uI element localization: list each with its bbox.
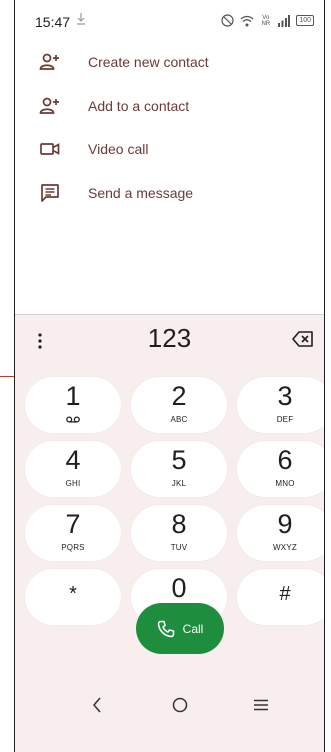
dial-key-1[interactable]: 1 [25, 377, 121, 433]
dial-key-9[interactable]: 9 WXYZ [237, 505, 324, 561]
dial-key-letters: GHI [65, 479, 81, 488]
dial-key-letters: WXYZ [273, 543, 297, 552]
number-display[interactable]: 123 [15, 323, 324, 354]
dial-key-digit: 9 [277, 509, 293, 539]
add-to-contact-action[interactable]: Add to a contact [15, 84, 324, 128]
call-button[interactable]: Call [136, 603, 224, 654]
add-person-icon [39, 97, 59, 114]
dial-key-hash[interactable]: # [237, 569, 324, 625]
dial-key-digit: 6 [277, 445, 293, 475]
dial-key-letters: PQRS [61, 543, 85, 552]
video-call-action[interactable]: Video call [15, 127, 324, 171]
status-bar: 15:47 Vo NR 100 [15, 0, 324, 44]
dial-key-3[interactable]: 3 DEF [237, 377, 324, 433]
message-icon [41, 184, 59, 202]
dial-key-letters: DEF [276, 415, 294, 424]
send-message-label: Send a message [88, 184, 194, 201]
dial-key-letters: ABC [170, 415, 188, 424]
add-person-icon [39, 53, 59, 70]
dial-key-digit: 1 [65, 381, 81, 411]
home-icon[interactable] [171, 696, 189, 714]
dial-key-digit: 3 [277, 381, 293, 411]
dial-key-2[interactable]: 2 ABC [131, 377, 227, 433]
volte-icon: Vo NR [261, 14, 271, 27]
download-icon [77, 13, 85, 25]
dial-key-digit: 7 [65, 509, 81, 539]
backspace-icon[interactable] [292, 331, 314, 347]
dial-key-letters: JKL [171, 479, 187, 488]
contact-actions: Create new contact Add to a contact Vide… [15, 40, 324, 215]
call-button-label: Call [182, 621, 204, 636]
create-new-contact-label: Create new contact [88, 53, 209, 70]
dial-key-star[interactable]: * [25, 569, 121, 625]
dial-key-digit: * [69, 583, 77, 605]
dial-key-5[interactable]: 5 JKL [131, 441, 227, 497]
back-icon[interactable] [91, 696, 103, 714]
dial-key-7[interactable]: 7 PQRS [25, 505, 121, 561]
navigation-bar [15, 688, 324, 728]
annotation-pointer-line [0, 376, 15, 377]
dialpad-header: 123 [15, 315, 324, 367]
phone-icon [157, 620, 174, 637]
phone-screen: 15:47 Vo NR 100 Create new contact Add t… [14, 0, 325, 752]
status-icons: Vo NR 100 [221, 14, 314, 27]
signal-icon [278, 14, 291, 27]
dial-key-6[interactable]: 6 MNO [237, 441, 324, 497]
voicemail-icon [66, 416, 80, 423]
video-camera-icon [40, 143, 60, 156]
dial-key-digit: 4 [65, 445, 81, 475]
send-message-action[interactable]: Send a message [15, 171, 324, 215]
add-to-contact-label: Add to a contact [88, 97, 190, 114]
wifi-icon [240, 15, 254, 26]
status-time: 15:47 [35, 14, 71, 30]
dial-key-8[interactable]: 8 TUV [131, 505, 227, 561]
video-call-label: Video call [88, 141, 149, 158]
dial-key-digit: # [279, 583, 291, 605]
recents-menu-icon[interactable] [253, 699, 269, 711]
dial-key-digit: 5 [171, 445, 187, 475]
dial-key-digit: 2 [171, 381, 187, 411]
dial-key-4[interactable]: 4 GHI [25, 441, 121, 497]
dial-key-letters: MNO [275, 479, 295, 488]
dial-key-digit: 0 [171, 573, 187, 603]
dial-key-digit: 8 [171, 509, 187, 539]
battery-icon: 100 [296, 15, 314, 26]
dialpad: 123 1 2 ABC 3 DEF 4 GHI 5 JKL 6 MNO 7 PQ… [15, 314, 324, 752]
create-new-contact-action[interactable]: Create new contact [15, 40, 324, 84]
dial-key-letters: TUV [170, 543, 188, 552]
vibrate-icon [221, 14, 234, 27]
